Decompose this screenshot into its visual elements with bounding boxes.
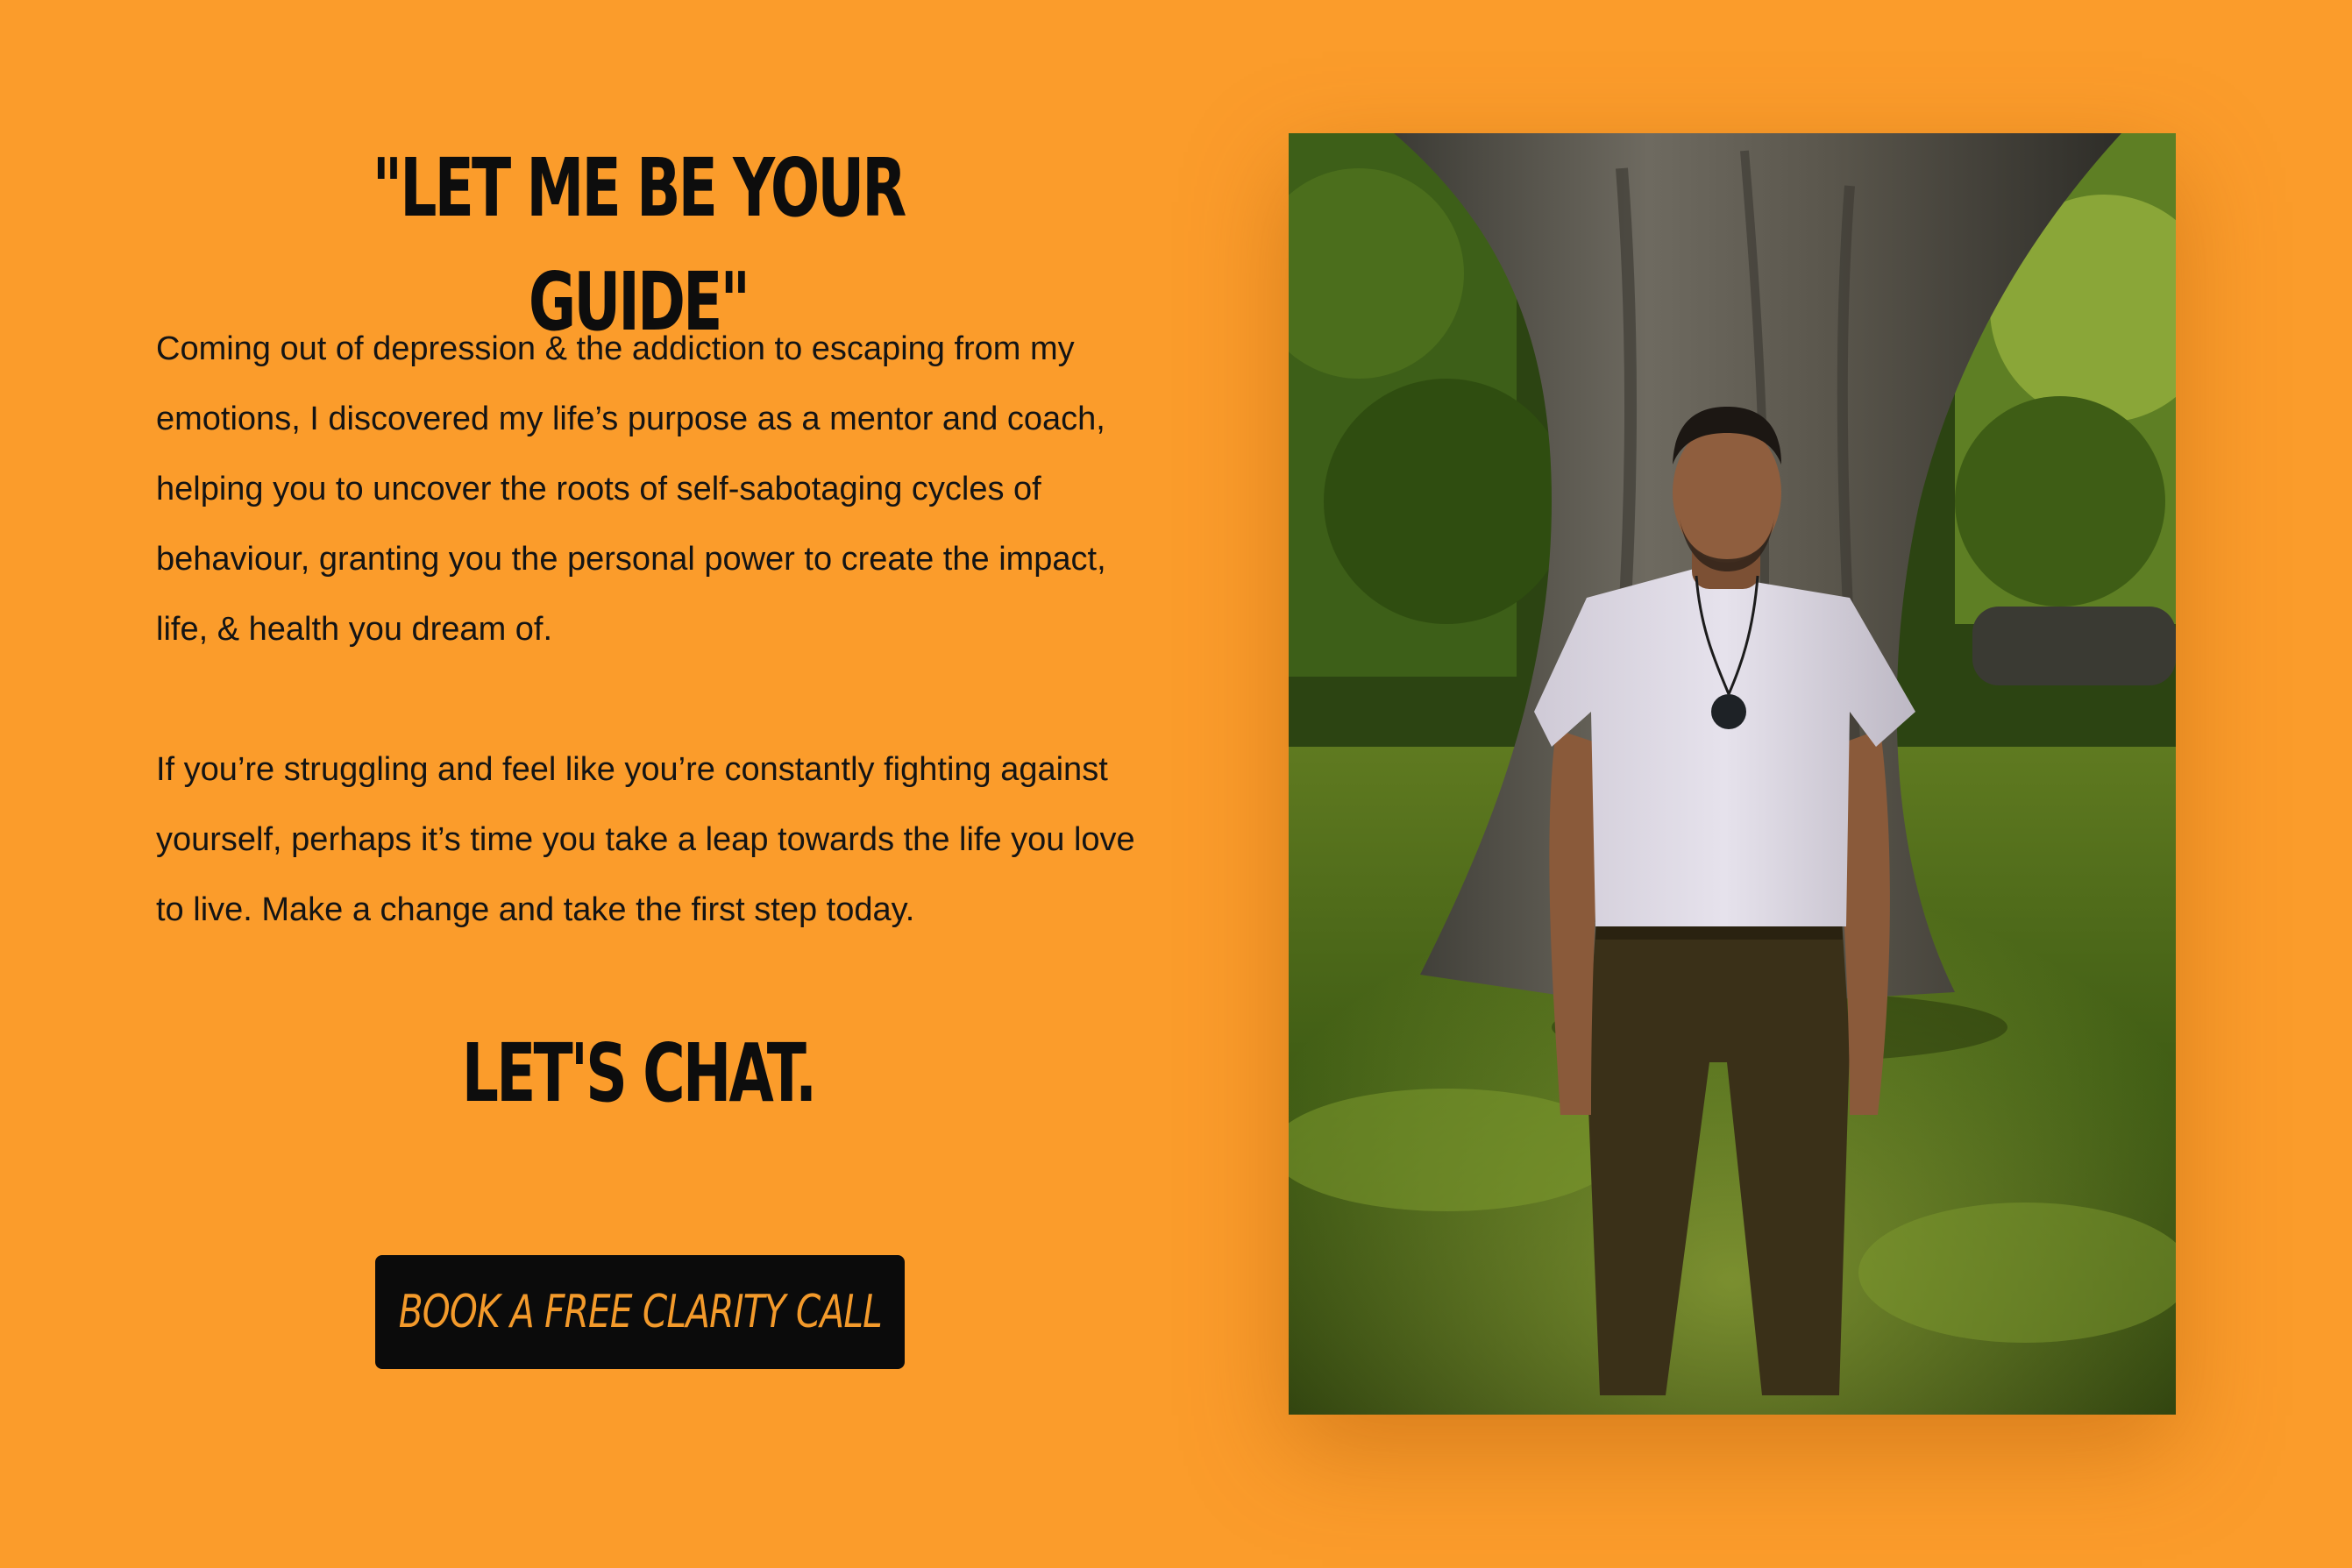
about-section: "LET ME BE YOUR GUIDE" Coming out of dep… — [0, 0, 2352, 1568]
about-text-column: "LET ME BE YOUR GUIDE" Coming out of dep… — [156, 0, 1147, 1568]
coach-portrait-photo — [1289, 133, 2176, 1415]
encouragement-paragraph: If you’re struggling and feel like you’r… — [156, 751, 1135, 928]
book-clarity-call-label: BOOK A FREE CLARITY CALL — [398, 1286, 882, 1338]
intro-paragraph: Coming out of depression & the addiction… — [156, 330, 1106, 648]
cta-heading: LET'S CHAT. — [461, 1026, 817, 1120]
book-clarity-call-button[interactable]: BOOK A FREE CLARITY CALL — [375, 1255, 905, 1369]
